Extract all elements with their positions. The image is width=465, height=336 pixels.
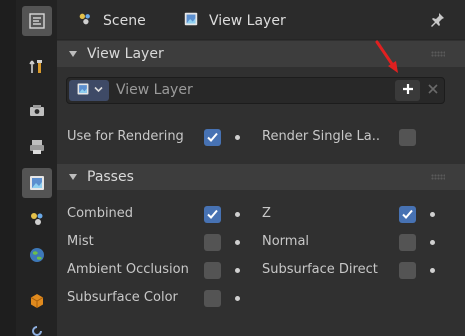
pass-label-combined: Combined (67, 206, 134, 221)
view-layer-label: View Layer (209, 13, 286, 29)
pass-label-subsurface-color: Subsurface Color (67, 290, 178, 305)
pass-label-z: Z (262, 206, 271, 221)
checkmark-icon (207, 209, 218, 219)
chevron-down-icon (93, 83, 103, 98)
keyframe-dot[interactable] (430, 268, 435, 273)
render-single-layer-label: Render Single La.. (262, 129, 380, 144)
z-checkbox[interactable] (399, 206, 416, 223)
properties-tab-strip (0, 0, 57, 336)
annotation-arrow (375, 40, 398, 73)
normal-checkbox[interactable] (399, 234, 416, 251)
add-view-layer-button[interactable] (395, 80, 420, 101)
pass-label-mist: Mist (67, 234, 94, 249)
pass-label-subsurface-direct: Subsurface Direct (262, 262, 378, 277)
keyframe-dot[interactable] (235, 296, 240, 301)
scene-label: Scene (103, 13, 146, 29)
render-single-layer-checkbox[interactable] (399, 129, 416, 146)
keyframe-dot[interactable] (235, 212, 240, 217)
subsurface-color-checkbox[interactable] (204, 290, 221, 307)
pass-label-normal: Normal (262, 234, 310, 249)
close-icon (428, 83, 438, 98)
object-tab[interactable] (22, 286, 52, 316)
scene-breadcrumb[interactable]: Scene (77, 10, 146, 32)
collapse-triangle-icon (69, 174, 77, 180)
view-layer-icon (183, 11, 199, 31)
world-icon (28, 246, 46, 264)
pin-icon[interactable] (429, 12, 445, 32)
properties-editor-icon (28, 12, 46, 30)
view-layer-name-field[interactable]: View Layer (116, 82, 193, 98)
drag-grip-icon[interactable] (431, 174, 445, 180)
scene-tab[interactable] (22, 204, 52, 234)
properties-editor: Scene View Layer View Layer View Layer U… (0, 0, 465, 336)
output-tab[interactable] (22, 132, 52, 162)
modifier-icon (28, 324, 46, 336)
render-icon (28, 102, 46, 120)
use-for-rendering-label: Use for Rendering (67, 129, 184, 144)
mist-checkbox[interactable] (204, 234, 221, 251)
remove-view-layer-button[interactable] (422, 80, 444, 101)
browse-view-layer-button[interactable] (69, 80, 109, 101)
subsurface-direct-checkbox[interactable] (399, 262, 416, 279)
drag-grip-icon[interactable] (431, 51, 445, 57)
render-tab[interactable] (22, 96, 52, 126)
tool-tab[interactable] (22, 52, 52, 82)
pass-label-ambient-occlusion: Ambient Occlusion (67, 262, 189, 277)
keyframe-dot[interactable] (430, 240, 435, 245)
view-layer-tab[interactable] (22, 168, 52, 198)
properties-header: Scene View Layer (57, 0, 465, 40)
tool-icon (28, 58, 46, 76)
ambient-occlusion-checkbox[interactable] (204, 262, 221, 279)
checkmark-icon (207, 132, 218, 142)
use-for-rendering-checkbox[interactable] (204, 129, 221, 146)
editor-type-button[interactable] (22, 6, 52, 36)
view-layer-breadcrumb[interactable]: View Layer (183, 10, 286, 32)
passes-panel-header[interactable]: Passes (57, 164, 465, 190)
checkmark-icon (402, 209, 413, 219)
plus-icon (402, 83, 414, 99)
view-layer-icon (28, 174, 46, 192)
combined-checkbox[interactable] (204, 206, 221, 223)
object-icon (28, 292, 46, 310)
panel-title: Passes (87, 169, 134, 185)
panel-title: View Layer (87, 46, 164, 62)
keyframe-dot[interactable] (430, 212, 435, 217)
world-tab[interactable] (22, 240, 52, 270)
passes-panel: Passes (57, 164, 465, 190)
keyframe-dot[interactable] (235, 240, 240, 245)
view-layer-icon (76, 82, 90, 100)
output-icon (28, 138, 46, 156)
modifier-tab[interactable] (22, 318, 52, 336)
scene-icon (77, 11, 93, 31)
keyframe-dot[interactable] (235, 268, 240, 273)
view-layer-selector: View Layer (66, 77, 445, 104)
collapse-triangle-icon (69, 51, 77, 57)
keyframe-dot[interactable] (235, 135, 240, 140)
scene-icon (28, 210, 46, 228)
